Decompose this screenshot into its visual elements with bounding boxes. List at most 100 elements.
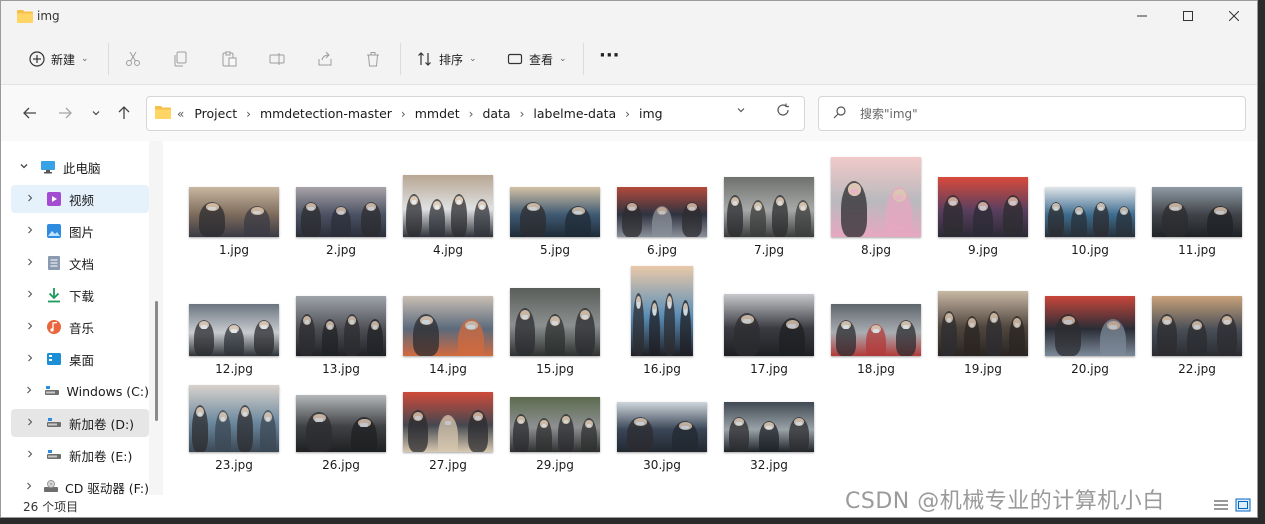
more-options-button[interactable]: ··· xyxy=(599,43,620,67)
recent-locations-button[interactable] xyxy=(85,103,107,125)
chevron-right-icon[interactable] xyxy=(21,449,39,462)
refresh-button[interactable] xyxy=(776,103,790,120)
file-name[interactable]: 32.jpg xyxy=(719,458,819,472)
file-thumbnail[interactable] xyxy=(189,187,279,237)
search-box[interactable]: 搜索"img" xyxy=(818,96,1246,131)
file-name[interactable]: 26.jpg xyxy=(291,458,391,472)
forward-button[interactable] xyxy=(54,103,76,125)
file-name[interactable]: 27.jpg xyxy=(398,458,498,472)
breadcrumb-separator-icon[interactable]: › xyxy=(625,107,630,121)
address-history-button[interactable] xyxy=(736,105,746,118)
file-name[interactable]: 12.jpg xyxy=(184,362,284,376)
file-name[interactable]: 11.jpg xyxy=(1147,243,1247,257)
new-button[interactable]: 新建 ⌄ xyxy=(29,47,89,71)
file-name[interactable]: 16.jpg xyxy=(612,362,712,376)
paste-button[interactable] xyxy=(221,47,237,71)
chevron-right-icon[interactable] xyxy=(21,353,39,366)
file-thumbnail[interactable] xyxy=(938,291,1028,356)
breadcrumb-item[interactable]: labelme-data xyxy=(533,106,616,121)
breadcrumb-item[interactable]: data xyxy=(482,106,510,121)
file-name[interactable]: 15.jpg xyxy=(505,362,605,376)
file-thumbnail[interactable] xyxy=(1045,296,1135,356)
sidebar-item[interactable]: Windows (C:) xyxy=(11,377,149,405)
file-thumbnail[interactable] xyxy=(631,266,693,356)
file-thumbnail[interactable] xyxy=(831,304,921,356)
chevron-right-icon[interactable] xyxy=(21,289,39,302)
details-view-button[interactable] xyxy=(1213,498,1229,512)
chevron-right-icon[interactable] xyxy=(21,417,39,430)
up-button[interactable] xyxy=(113,103,135,125)
chevron-down-icon[interactable] xyxy=(15,161,33,174)
file-thumbnail[interactable] xyxy=(189,304,279,356)
file-name[interactable]: 18.jpg xyxy=(826,362,926,376)
close-button[interactable] xyxy=(1211,1,1257,33)
file-thumbnail[interactable] xyxy=(510,397,600,452)
share-button[interactable] xyxy=(317,47,333,71)
rename-button[interactable] xyxy=(269,47,285,71)
file-thumbnail[interactable] xyxy=(617,402,707,452)
breadcrumb-item[interactable]: Project xyxy=(194,106,237,121)
sidebar-item[interactable]: 文档 xyxy=(11,249,149,277)
file-thumbnail[interactable] xyxy=(296,395,386,452)
file-name[interactable]: 5.jpg xyxy=(505,243,605,257)
file-thumbnail[interactable] xyxy=(403,175,493,237)
file-name[interactable]: 29.jpg xyxy=(505,458,605,472)
breadcrumb-item[interactable]: mmdet xyxy=(415,106,460,121)
file-thumbnail[interactable] xyxy=(510,187,600,237)
file-thumbnail[interactable] xyxy=(403,392,493,452)
file-name[interactable]: 7.jpg xyxy=(719,243,819,257)
sidebar-item[interactable]: 视频 xyxy=(11,185,149,213)
breadcrumb-separator-icon[interactable]: › xyxy=(469,107,474,121)
file-thumbnail[interactable] xyxy=(938,177,1028,237)
cut-button[interactable] xyxy=(125,47,141,71)
breadcrumb-item-current[interactable]: img xyxy=(639,106,663,121)
file-name[interactable]: 8.jpg xyxy=(826,243,926,257)
copy-button[interactable] xyxy=(173,47,189,71)
chevron-right-icon[interactable] xyxy=(21,481,37,494)
file-name[interactable]: 20.jpg xyxy=(1040,362,1140,376)
sidebar-item[interactable]: 桌面 xyxy=(11,345,149,373)
breadcrumb-overflow-button[interactable]: « xyxy=(177,107,184,121)
file-name[interactable]: 30.jpg xyxy=(612,458,712,472)
sidebar-item[interactable]: 新加卷 (D:) xyxy=(11,409,149,437)
chevron-right-icon[interactable] xyxy=(21,385,38,398)
file-name[interactable]: 14.jpg xyxy=(398,362,498,376)
breadcrumb-separator-icon[interactable]: › xyxy=(520,107,525,121)
file-name[interactable]: 2.jpg xyxy=(291,243,391,257)
chevron-right-icon[interactable] xyxy=(21,225,39,238)
file-thumbnail[interactable] xyxy=(724,177,814,237)
file-thumbnail[interactable] xyxy=(510,288,600,356)
sidebar-item[interactable]: 下载 xyxy=(11,281,149,309)
sidebar-scrollbar-thumb[interactable] xyxy=(155,301,158,421)
sidebar-item[interactable]: 图片 xyxy=(11,217,149,245)
file-name[interactable]: 10.jpg xyxy=(1040,243,1140,257)
maximize-button[interactable] xyxy=(1165,1,1211,33)
chevron-right-icon[interactable] xyxy=(21,321,39,334)
file-name[interactable]: 4.jpg xyxy=(398,243,498,257)
file-thumbnail[interactable] xyxy=(403,296,493,356)
chevron-right-icon[interactable] xyxy=(21,257,39,270)
breadcrumb-separator-icon[interactable]: › xyxy=(401,107,406,121)
address-bar[interactable]: « Project › mmdetection-master › mmdet ›… xyxy=(146,96,805,131)
file-thumbnail[interactable] xyxy=(617,187,707,237)
file-thumbnail[interactable] xyxy=(296,187,386,237)
breadcrumb-separator-icon[interactable]: › xyxy=(246,107,251,121)
file-name[interactable]: 6.jpg xyxy=(612,243,712,257)
file-thumbnail[interactable] xyxy=(1152,187,1242,237)
file-name[interactable]: 13.jpg xyxy=(291,362,391,376)
title-bar[interactable]: img xyxy=(1,1,1257,33)
file-name[interactable]: 23.jpg xyxy=(184,458,284,472)
back-button[interactable] xyxy=(19,103,41,125)
file-name[interactable]: 1.jpg xyxy=(184,243,284,257)
file-name[interactable]: 19.jpg xyxy=(933,362,1033,376)
file-name[interactable]: 22.jpg xyxy=(1147,362,1247,376)
sort-button[interactable]: 排序 ⌄ xyxy=(417,47,477,71)
file-name[interactable]: 9.jpg xyxy=(933,243,1033,257)
sidebar-item[interactable]: 音乐 xyxy=(11,313,149,341)
sidebar-item[interactable]: 新加卷 (E:) xyxy=(11,441,149,469)
minimize-button[interactable] xyxy=(1119,1,1165,33)
file-thumbnail[interactable] xyxy=(296,296,386,356)
chevron-right-icon[interactable] xyxy=(21,193,39,206)
delete-button[interactable] xyxy=(365,47,381,71)
breadcrumb-item[interactable]: mmdetection-master xyxy=(260,106,392,121)
